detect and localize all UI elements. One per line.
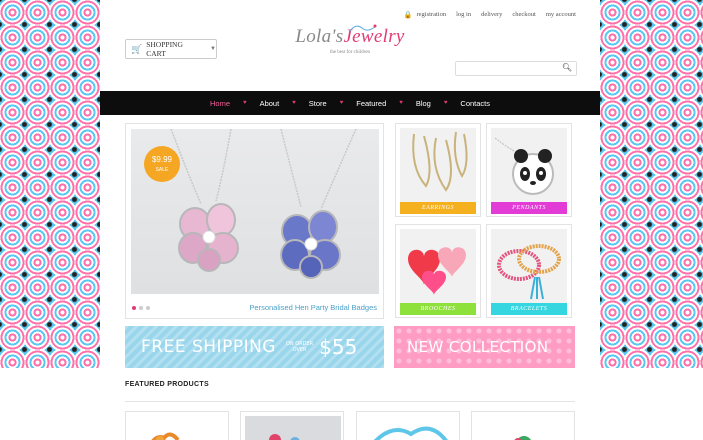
price-badge: $9.99 SALE [144,146,180,182]
category-tile-brooches[interactable]: BROOCHES [395,224,481,318]
cart-label: SHOPPING CART [146,40,183,58]
heart-icon: ♥ [292,100,296,106]
category-label-bracelets: BRACELETS [491,303,567,315]
category-tile-bracelets[interactable]: BRACELETS [486,224,572,318]
category-label-pendants: PENDANTS [491,202,567,214]
product-image [151,432,180,440]
my-account-link[interactable]: my account [546,11,576,19]
product-image [514,436,531,440]
product-card[interactable] [125,411,229,440]
main-content: 🔒 registration log in delivery checkout … [100,0,600,440]
slider-dot[interactable] [132,306,136,310]
price-badge-sale: SALE [155,167,169,173]
main-navigation: Home ♥ About ♥ Store ♥ Featured ♥ Blog ♥… [100,91,600,115]
delivery-link[interactable]: delivery [481,11,502,19]
earrings-image [400,128,476,203]
shopping-cart-button[interactable]: 🛒 SHOPPING CART ▼ [125,39,217,59]
product-image [245,416,341,440]
top-links: 🔒 registration log in delivery checkout … [404,11,576,19]
new-collection-text: NEW COLLECTION [407,338,549,356]
free-shipping-text: FREE SHIPPING [141,337,276,357]
price-badge-price: $9.99 [151,155,173,164]
lock-icon: 🔒 [403,11,413,19]
search-box: 🔍︎ [455,61,577,76]
swirl-decoration [349,24,377,32]
product-card[interactable] [471,411,575,440]
free-shipping-condition: ON ORDER OVER [286,341,313,353]
brooches-image [400,229,476,304]
login-link[interactable]: log in [456,11,471,19]
divider [125,401,575,402]
slider-dots [132,306,150,310]
featured-products-heading: FEATURED PRODUCTS [125,381,209,388]
category-label-earrings: EARRINGS [400,202,476,214]
cart-icon: 🛒 [131,43,143,54]
left-pattern-background [0,0,100,368]
free-shipping-condition-line2: OVER [292,347,307,353]
heart-icon: ♥ [243,100,247,106]
nav-about[interactable]: About [257,99,283,108]
hero-slider[interactable]: $9.99 SALE Personalised Hen Party Bridal… [125,123,384,319]
free-shipping-banner[interactable]: FREE SHIPPING ON ORDER OVER $55 [125,326,384,368]
slide-image-flower-necklaces[interactable]: $9.99 SALE [131,129,379,294]
nav-featured[interactable]: Featured [353,99,389,108]
free-shipping-amount: $55 [319,335,358,359]
nav-blog[interactable]: Blog [413,99,434,108]
search-input[interactable] [456,62,560,75]
heart-icon: ♥ [339,100,344,106]
logo-tagline: the best for children [329,50,371,55]
nav-home[interactable]: Home [207,99,233,108]
product-image [373,426,448,440]
chevron-down-icon: ▼ [210,46,216,52]
registration-link[interactable]: registration [416,11,446,19]
category-tile-pendants[interactable]: PENDANTS [486,123,572,217]
heart-icon: ♥ [399,100,403,106]
search-icon[interactable]: 🔍︎ [562,63,572,72]
new-collection-banner[interactable]: NEW COLLECTION [394,326,575,368]
bracelets-image [491,229,567,304]
site-logo[interactable]: Lola'sJewelry the best for children [290,24,410,76]
nav-contacts[interactable]: Contacts [457,99,493,108]
pendants-image [491,128,567,203]
nav-store[interactable]: Store [306,99,330,108]
product-card[interactable] [356,411,460,440]
heart-icon: ♥ [443,100,448,106]
slider-dot[interactable] [146,306,150,310]
right-pattern-background [600,0,703,368]
slide-caption[interactable]: Personalised Hen Party Bridal Badges [249,303,377,312]
logo-main-text: Lola's [295,26,344,47]
category-label-brooches: BROOCHES [400,303,476,315]
slider-dot[interactable] [139,306,143,310]
checkout-link[interactable]: checkout [512,11,535,19]
product-card[interactable] [240,411,344,440]
category-tile-earrings[interactable]: EARRINGS [395,123,481,217]
